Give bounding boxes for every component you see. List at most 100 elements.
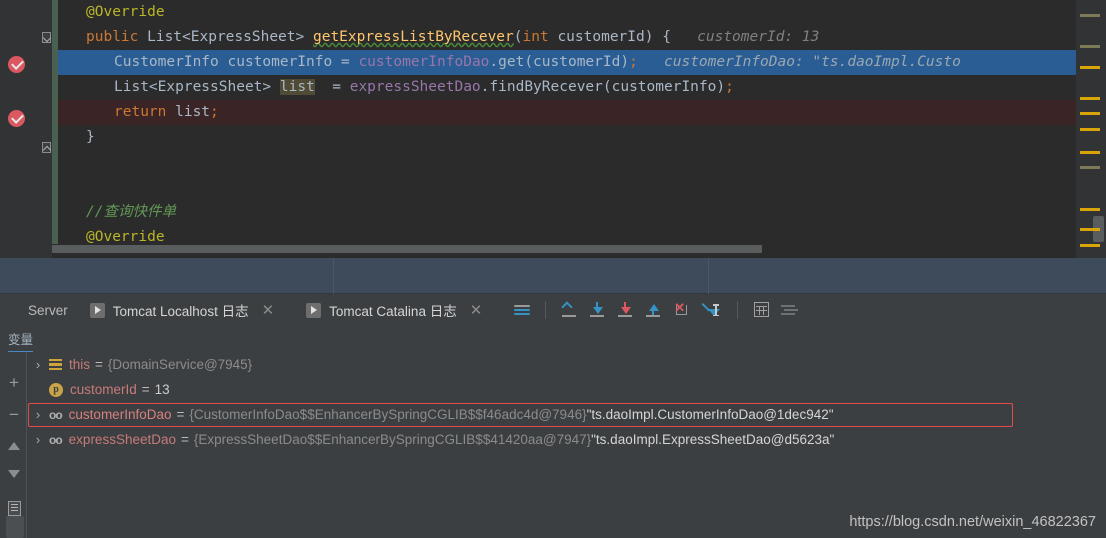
variable-name: customerInfoDao xyxy=(68,407,172,422)
toolbar-separator xyxy=(737,301,739,319)
variable-name: customerId xyxy=(70,382,137,397)
editor-marker-tick[interactable] xyxy=(1080,97,1100,100)
band-divider xyxy=(333,258,334,294)
copy-value-button[interactable] xyxy=(4,498,24,518)
code-token: ; xyxy=(210,104,219,120)
code-token: expressSheetDao xyxy=(349,79,481,95)
close-icon[interactable]: ✕ xyxy=(470,303,483,318)
code-line[interactable]: public List<ExpressSheet> getExpressList… xyxy=(58,25,1106,50)
toolbar-separator xyxy=(545,301,547,319)
editor-marker-tick[interactable] xyxy=(1080,66,1100,69)
editor-marker-tick[interactable] xyxy=(1080,228,1100,231)
code-token: CustomerInfo customerInfo xyxy=(114,54,341,70)
use-soft-wraps-icon[interactable] xyxy=(695,294,723,326)
chevron-right-icon[interactable]: › xyxy=(27,407,49,422)
code-folding-strip[interactable] xyxy=(40,0,52,258)
tab-variables[interactable]: 变量 xyxy=(8,329,34,353)
chevron-right-icon[interactable]: › xyxy=(27,432,49,447)
editor-marker-tick[interactable] xyxy=(1080,112,1100,115)
editor-marker-tick[interactable] xyxy=(1080,208,1100,211)
editor-marker-tick[interactable] xyxy=(1080,45,1100,48)
variable-row[interactable]: › this = {DomainService@7945} xyxy=(27,352,252,377)
code-line[interactable]: return list; xyxy=(58,100,1106,125)
variable-row[interactable]: › oo expressSheetDao = {ExpressSheetDao$$Enh… xyxy=(27,427,835,452)
code-token: customerInfoDao: "ts.daoImpl.Custo xyxy=(637,54,961,70)
editor-marker-gutter[interactable] xyxy=(1076,0,1106,258)
editor-marker-tick[interactable] xyxy=(1080,166,1100,169)
code-line[interactable]: @Override xyxy=(58,0,1106,25)
code-token: @Override xyxy=(86,4,165,20)
band-divider xyxy=(708,258,709,294)
run-icon xyxy=(89,302,105,318)
editor-marker-tick[interactable] xyxy=(1080,151,1100,154)
code-editor[interactable]: @Override public List<ExpressSheet> getEx… xyxy=(0,0,1106,258)
editor-marker-tick[interactable] xyxy=(1080,244,1100,247)
variable-row[interactable]: p customerId = 13 xyxy=(27,377,170,402)
code-line[interactable]: } xyxy=(58,125,1106,150)
variable-equals: = xyxy=(181,432,189,447)
tab-tomcat-localhost-log[interactable]: Tomcat Localhost 日志 ✕ xyxy=(89,294,275,326)
code-token: .findByRecever(customerInfo) xyxy=(480,79,726,95)
code-token: .get(customerId) xyxy=(489,54,630,70)
code-line[interactable] xyxy=(58,150,1106,175)
breakpoint-gutter[interactable] xyxy=(0,0,40,258)
variable-equals: = xyxy=(176,407,185,422)
variables-toolbar-rail[interactable]: + − xyxy=(0,352,27,538)
code-token: public xyxy=(86,29,148,45)
variable-tostring: "ts.daoImpl.CustomerInfoDao@1dec942" xyxy=(586,407,834,422)
code-token: List<ExpressSheet> xyxy=(147,29,313,45)
breakpoint-icon[interactable] xyxy=(8,56,25,73)
chevron-right-icon[interactable]: › xyxy=(27,357,49,372)
fold-collapse-icon[interactable] xyxy=(42,32,51,43)
scroll-up-blue-icon[interactable] xyxy=(639,294,667,326)
variable-value: {DomainService@7945} xyxy=(107,357,253,372)
rail-scroll-thumb[interactable] xyxy=(6,516,24,538)
variable-value: 13 xyxy=(154,382,170,397)
remove-watch-button[interactable]: − xyxy=(4,404,24,424)
object-icon: oo xyxy=(49,432,63,447)
code-text[interactable]: @Override public List<ExpressSheet> getEx… xyxy=(58,0,1106,258)
scroll-down-red-icon[interactable] xyxy=(611,294,639,326)
code-token: getExpressListByRecever xyxy=(312,29,514,45)
breakpoint-icon[interactable] xyxy=(8,110,25,127)
tab-label: Tomcat Catalina 日志 xyxy=(329,304,457,319)
editor-hscrollbar[interactable] xyxy=(52,244,1072,254)
editor-marker-tick[interactable] xyxy=(1080,128,1100,131)
code-line[interactable]: //查询快件单 xyxy=(58,200,1106,225)
scroll-to-top-icon[interactable] xyxy=(555,294,583,326)
variable-value: {CustomerInfoDao$$EnhancerBySpringCGLIB$… xyxy=(189,407,587,422)
code-token: list xyxy=(175,104,211,120)
variable-value: {ExpressSheetDao$$EnhancerBySpringCGLIB$… xyxy=(193,432,592,447)
code-token: = xyxy=(340,54,359,70)
variables-tabstrip[interactable]: 变量 xyxy=(0,326,1106,353)
move-down-button[interactable] xyxy=(4,464,24,484)
code-token: customerInfoDao xyxy=(358,54,490,70)
tab-tomcat-catalina-log[interactable]: Tomcat Catalina 日志 ✕ xyxy=(306,294,482,326)
code-token: customerId) { xyxy=(548,29,671,45)
soft-wrap-down-icon[interactable] xyxy=(583,294,611,326)
code-token: customerId: 13 xyxy=(670,29,820,45)
variable-row[interactable]: › oo customerInfoDao = {CustomerInfoDao$$Enh… xyxy=(27,402,834,427)
watermark-text: https://blog.csdn.net/weixin_46822367 xyxy=(849,514,1096,530)
code-token: ; xyxy=(725,79,734,95)
close-icon[interactable]: ✕ xyxy=(262,303,275,318)
variable-name: expressSheetDao xyxy=(68,432,176,447)
variables-tree[interactable]: › this = {DomainService@7945} p customerId = 13… xyxy=(27,352,1106,538)
fold-expand-icon[interactable] xyxy=(42,142,51,153)
settings-lines-icon[interactable] xyxy=(775,294,803,326)
move-up-button[interactable] xyxy=(4,436,24,456)
clear-all-icon[interactable]: ✕ xyxy=(667,294,695,326)
code-token: = xyxy=(314,79,350,95)
editor-marker-tick[interactable] xyxy=(1080,14,1100,17)
code-line[interactable]: List<ExpressSheet> list = expressSheetDa… xyxy=(58,75,1106,100)
code-token: //查询快件单 xyxy=(86,204,176,220)
add-watch-button[interactable]: + xyxy=(4,372,24,392)
code-line[interactable] xyxy=(58,175,1106,200)
code-token: @Override xyxy=(86,229,165,245)
editor-hscrollbar-thumb[interactable] xyxy=(52,245,762,253)
print-grid-icon[interactable] xyxy=(747,294,775,326)
console-toolbar[interactable]: Server Tomcat Localhost 日志 ✕ Tomcat Cata… xyxy=(0,294,1106,326)
code-line[interactable]: CustomerInfo customerInfo = customerInfo… xyxy=(58,50,1106,75)
code-token: ; xyxy=(629,54,638,70)
console-lines-icon[interactable] xyxy=(508,294,536,326)
